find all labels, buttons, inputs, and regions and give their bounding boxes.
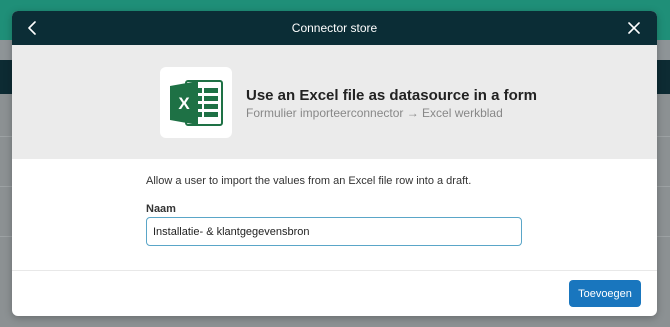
footer-divider bbox=[12, 270, 657, 271]
close-button[interactable] bbox=[617, 11, 651, 45]
name-label: Naam bbox=[146, 203, 176, 215]
connector-icon-tile: X bbox=[160, 67, 232, 138]
add-button[interactable]: Toevoegen bbox=[569, 280, 641, 307]
excel-icon: X bbox=[170, 79, 223, 126]
chevron-left-icon bbox=[28, 21, 36, 35]
svg-text:X: X bbox=[178, 94, 190, 113]
back-button[interactable] bbox=[16, 11, 50, 45]
name-input[interactable] bbox=[146, 217, 522, 246]
connector-title: Use an Excel file as datasource in a for… bbox=[246, 87, 537, 104]
close-icon bbox=[628, 22, 640, 34]
modal-title: Connector store bbox=[291, 21, 378, 35]
modal-header: Connector store bbox=[12, 11, 657, 45]
connector-store-modal: Connector store X Use an Excel file as d… bbox=[12, 11, 657, 316]
connector-subtitle: Formulier importeerconnector → Excel wer… bbox=[246, 106, 503, 120]
connector-description: Allow a user to import the values from a… bbox=[146, 175, 472, 187]
connector-hero: X Use an Excel file as datasource in a f… bbox=[12, 45, 657, 159]
